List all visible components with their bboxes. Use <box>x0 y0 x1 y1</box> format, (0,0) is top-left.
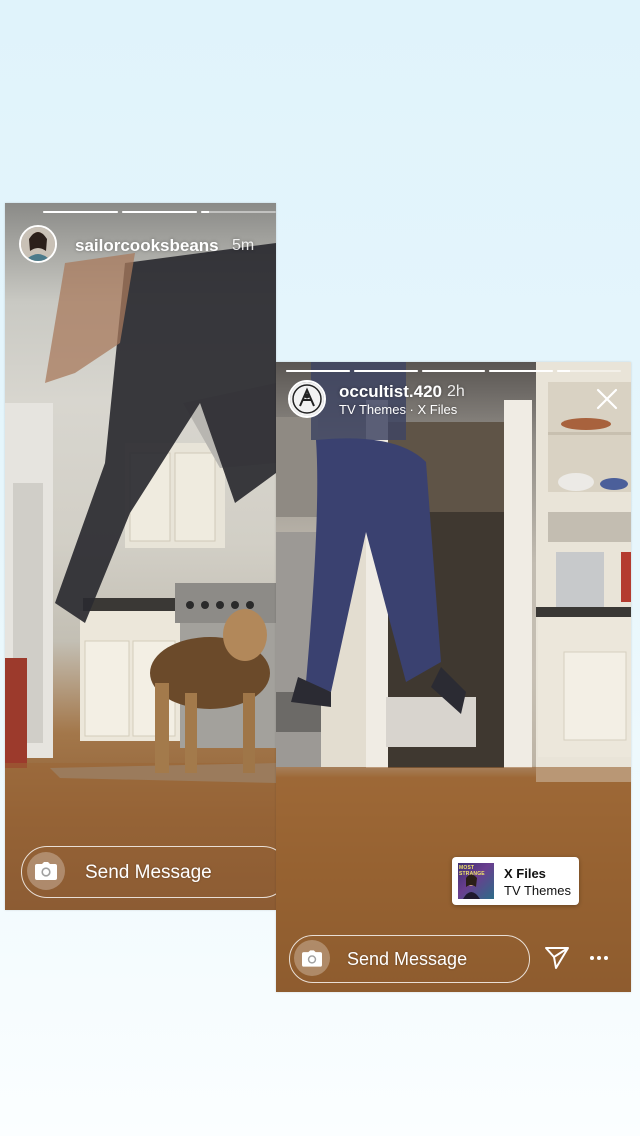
close-icon <box>596 388 618 410</box>
progress-segment <box>557 370 621 372</box>
progress-segment <box>122 211 197 213</box>
close-button[interactable] <box>594 386 620 412</box>
send-message-placeholder: Send Message <box>347 949 468 969</box>
progress-fill <box>43 211 118 213</box>
story-progress-bar <box>43 211 276 213</box>
progress-fill <box>421 370 486 372</box>
story-username[interactable]: occultist.420 <box>339 382 442 402</box>
album-figure <box>463 874 480 899</box>
paper-plane-icon <box>545 947 569 969</box>
camera-button[interactable] <box>27 852 65 890</box>
send-message-placeholder: Send Message <box>85 862 212 883</box>
camera-button[interactable] <box>294 940 330 976</box>
more-options-button[interactable] <box>587 947 611 967</box>
story-card-sailorcooksbeans[interactable]: sailorcooksbeans 5m Send Message <box>5 203 276 910</box>
song-artist: TV Themes <box>504 883 571 898</box>
progress-segment <box>489 370 554 372</box>
camera-icon <box>302 949 322 967</box>
progress-fill <box>489 370 554 372</box>
music-sticker[interactable]: MOST STRANGE X Files TV Themes <box>452 857 579 905</box>
progress-segment <box>201 211 276 213</box>
story-progress-bar <box>286 370 621 372</box>
progress-fill <box>122 211 197 213</box>
progress-segment <box>43 211 118 213</box>
story-timestamp: 5m <box>232 237 255 254</box>
story-card-occultist-420[interactable]: occultist.420 2h TV Themes · X Files MOS… <box>276 362 631 992</box>
progress-fill <box>353 370 418 372</box>
progress-fill <box>286 370 350 372</box>
progress-segment <box>353 370 418 372</box>
progress-fill <box>557 370 570 372</box>
more-dots-icon <box>590 956 608 960</box>
camera-icon <box>35 862 57 880</box>
progress-fill <box>201 211 209 213</box>
send-message-field[interactable]: Send Message <box>21 846 276 898</box>
progress-segment <box>421 370 486 372</box>
share-button[interactable] <box>542 942 572 972</box>
music-attribution[interactable]: TV Themes · X Files <box>339 402 457 417</box>
story-username[interactable]: sailorcooksbeans <box>75 236 219 256</box>
send-message-field[interactable]: Send Message <box>289 935 530 983</box>
story-photo <box>5 243 276 910</box>
avatar[interactable] <box>19 225 57 263</box>
album-art: MOST STRANGE <box>458 863 494 899</box>
avatar[interactable] <box>288 380 326 418</box>
story-timestamp: 2h <box>447 383 465 400</box>
progress-segment <box>286 370 350 372</box>
song-title: X Files <box>504 866 546 881</box>
